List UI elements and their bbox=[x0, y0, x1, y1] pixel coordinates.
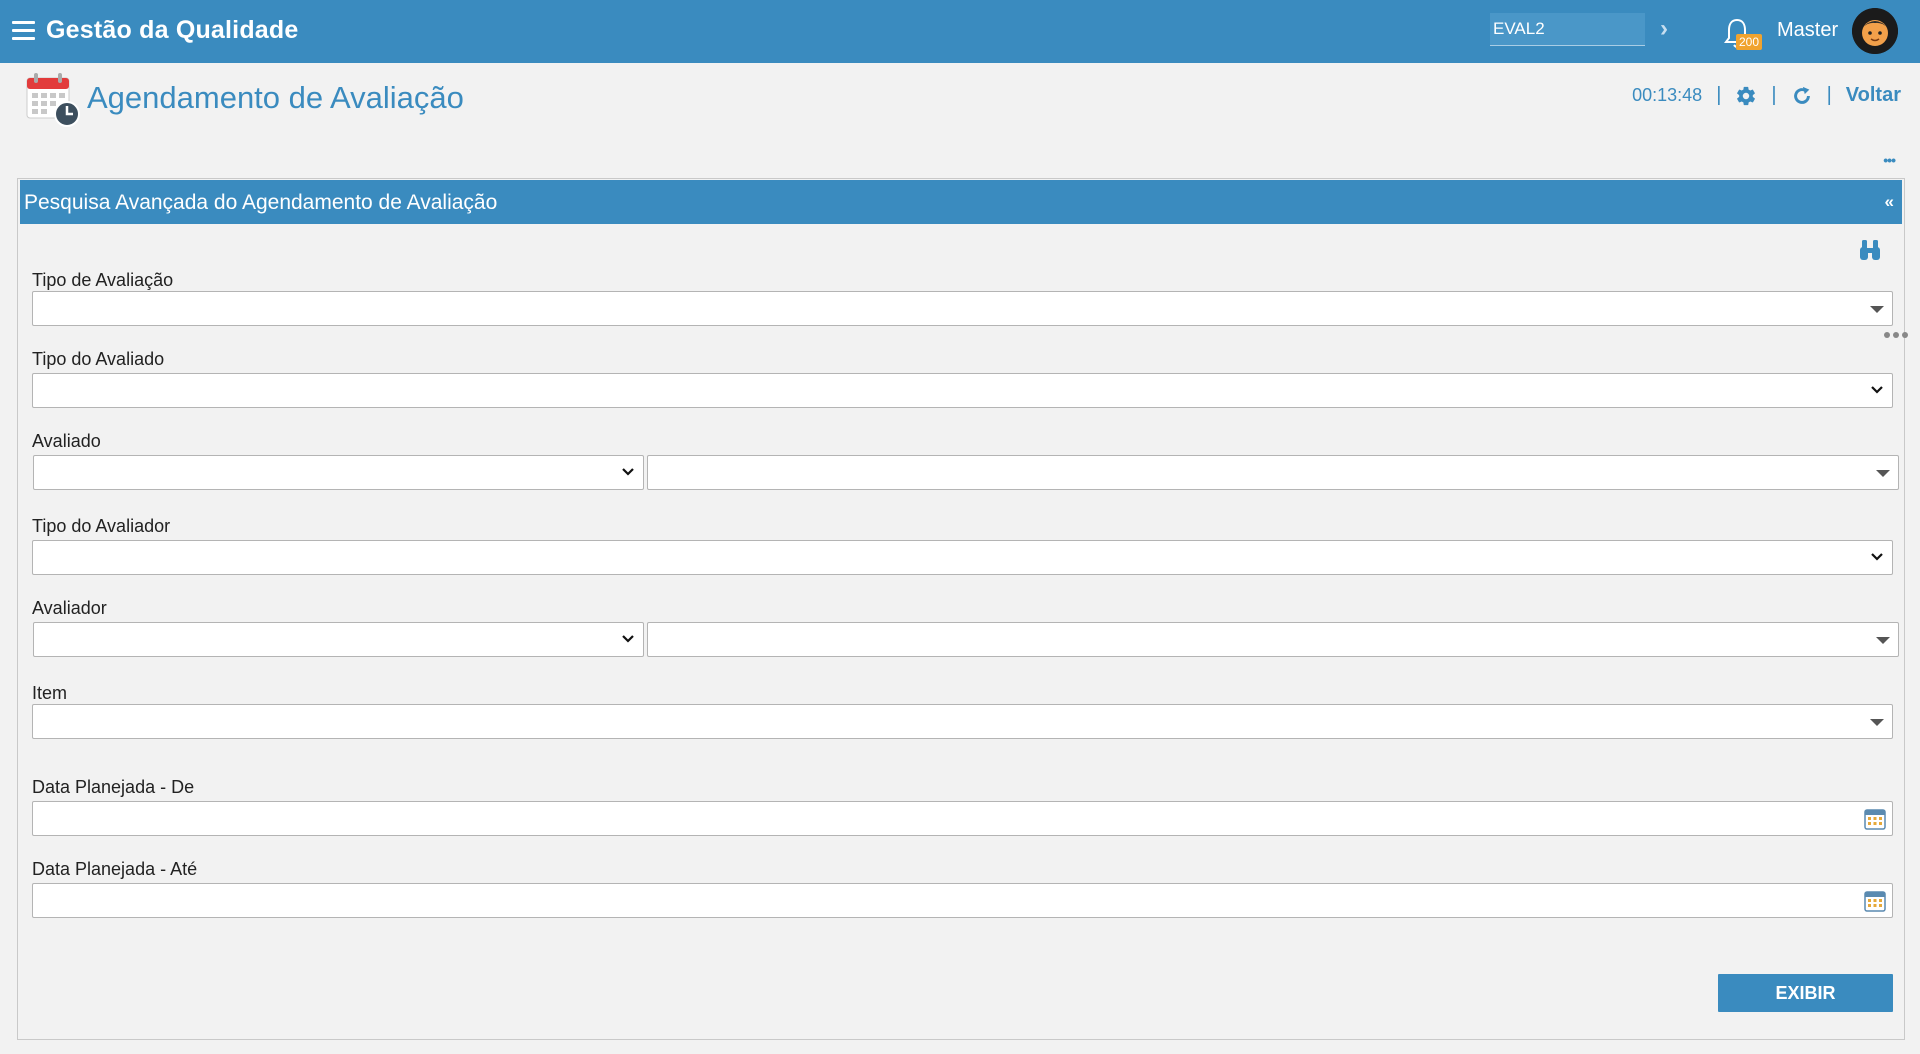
refresh-icon[interactable] bbox=[1791, 85, 1813, 107]
item-label: Item bbox=[32, 683, 68, 703]
panel-header: Pesquisa Avançada do Agendamento de Aval… bbox=[20, 180, 1902, 224]
chevron-down-icon bbox=[622, 468, 634, 476]
separator: | bbox=[1771, 84, 1777, 106]
environment-input[interactable] bbox=[1490, 13, 1645, 46]
data-de-label: Data Planejada - De bbox=[32, 777, 195, 797]
chevron-down-icon bbox=[1871, 386, 1883, 394]
advanced-search-panel: Pesquisa Avançada do Agendamento de Aval… bbox=[17, 178, 1908, 1040]
app-title: Gestão da Qualidade bbox=[46, 16, 299, 44]
avaliador-select[interactable] bbox=[647, 622, 1899, 657]
item-select[interactable] bbox=[32, 704, 1893, 739]
dropdown-icon bbox=[1876, 470, 1890, 477]
avaliador-label: Avaliador bbox=[32, 598, 107, 618]
separator: | bbox=[1716, 84, 1722, 106]
avaliado-type-select[interactable] bbox=[33, 455, 644, 490]
tipo-avaliado-label: Tipo do Avaliado bbox=[32, 349, 165, 369]
data-ate-input[interactable] bbox=[32, 883, 1893, 918]
dropdown-icon bbox=[1870, 719, 1884, 726]
gear-icon[interactable] bbox=[1735, 85, 1757, 107]
back-button[interactable]: Voltar bbox=[1846, 84, 1901, 107]
more-icon[interactable] bbox=[1883, 330, 1909, 340]
calendar-clock-icon bbox=[26, 73, 80, 127]
tipo-avaliacao-label: Tipo de Avaliação bbox=[32, 270, 174, 290]
chevron-down-icon bbox=[1871, 553, 1883, 561]
avatar[interactable] bbox=[1852, 8, 1898, 54]
dropdown-icon bbox=[1876, 637, 1890, 644]
top-bar: Gestão da Qualidade › 200 Master bbox=[0, 0, 1920, 63]
session-timer: 00:13:48 bbox=[1632, 85, 1703, 105]
tipo-avaliado-select[interactable] bbox=[32, 373, 1893, 408]
header-actions: 00:13:48 | | | Voltar bbox=[1632, 84, 1901, 107]
chevron-right-icon[interactable]: › bbox=[1660, 15, 1668, 43]
chevron-down-icon bbox=[622, 635, 634, 643]
menu-icon[interactable] bbox=[12, 21, 35, 40]
panel-title: Pesquisa Avançada do Agendamento de Aval… bbox=[24, 191, 498, 214]
calendar-icon[interactable] bbox=[1864, 808, 1886, 830]
binoculars-icon[interactable] bbox=[1858, 239, 1882, 261]
collapse-icon[interactable]: « bbox=[1885, 192, 1894, 212]
separator: | bbox=[1826, 84, 1832, 106]
calendar-icon[interactable] bbox=[1864, 890, 1886, 912]
user-name[interactable]: Master bbox=[1777, 19, 1838, 42]
dropdown-icon bbox=[1870, 306, 1884, 313]
data-de-input[interactable] bbox=[32, 801, 1893, 836]
notification-badge: 200 bbox=[1736, 34, 1763, 50]
tipo-avaliador-select[interactable] bbox=[32, 540, 1893, 575]
tipo-avaliacao-select[interactable] bbox=[32, 291, 1893, 326]
more-icon[interactable]: ••• bbox=[1883, 152, 1896, 168]
exibir-button[interactable]: EXIBIR bbox=[1718, 974, 1893, 1012]
data-ate-label: Data Planejada - Até bbox=[32, 859, 198, 879]
tipo-avaliador-label: Tipo do Avaliador bbox=[32, 516, 171, 536]
avaliado-select[interactable] bbox=[647, 455, 1899, 490]
avaliado-label: Avaliado bbox=[32, 431, 101, 451]
avaliador-type-select[interactable] bbox=[33, 622, 644, 657]
page-title: Agendamento de Avaliação bbox=[87, 80, 464, 115]
